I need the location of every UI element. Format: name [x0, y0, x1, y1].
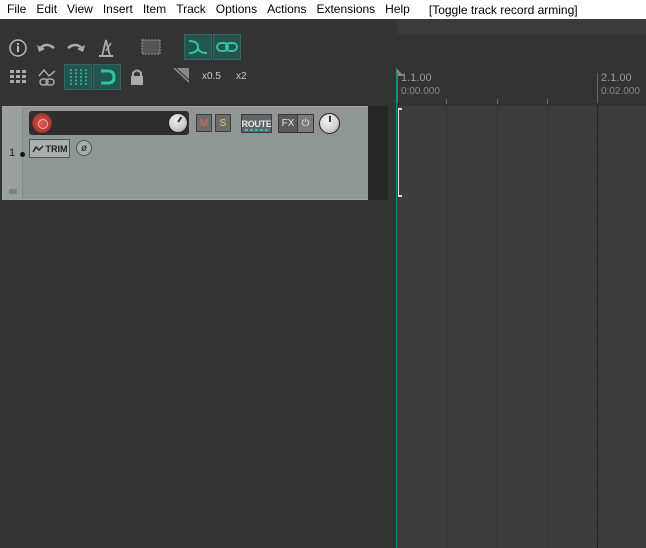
ripple-edit-icon[interactable]: [184, 34, 212, 60]
route-button[interactable]: ROUTE: [241, 114, 272, 133]
track-number-column[interactable]: 1: [3, 107, 25, 199]
track-meter-strip: [368, 106, 388, 200]
ruler-bar-label: 1.1.00: [401, 72, 432, 84]
menu-help[interactable]: Help: [380, 0, 415, 19]
zoom-half-label[interactable]: x0.5: [202, 71, 221, 82]
track-selected-dot: [20, 152, 25, 157]
ruler-minor-tick: [446, 99, 447, 104]
menu-actions[interactable]: Actions: [262, 0, 311, 19]
ruler-minor-tick: [497, 99, 498, 104]
edit-cursor: [396, 68, 397, 548]
automation-mode-label: TRIM: [45, 143, 68, 154]
fx-button[interactable]: FX: [278, 114, 298, 133]
folder-icon[interactable]: [9, 189, 17, 194]
last-action-hint: [Toggle track record arming]: [428, 2, 578, 17]
phase-invert-button[interactable]: ø: [76, 140, 92, 156]
mute-button[interactable]: M: [196, 114, 212, 132]
menu-bar: File Edit View Insert Item Track Options…: [0, 0, 646, 19]
ruler-bar-label: 2.1.00: [601, 72, 632, 84]
arrange-view[interactable]: [396, 106, 646, 548]
pan-knob[interactable]: [319, 113, 340, 134]
menu-track[interactable]: Track: [171, 0, 211, 19]
lane-bracket-bottom: [398, 195, 402, 197]
menu-edit[interactable]: Edit: [31, 0, 62, 19]
redo-icon[interactable]: [64, 36, 88, 60]
lock-icon[interactable]: [125, 65, 149, 89]
record-arm-button[interactable]: [31, 112, 53, 134]
menu-file[interactable]: File: [0, 0, 31, 19]
metronome-icon[interactable]: [94, 36, 118, 60]
timeline-ruler[interactable]: 1.1.00 0:00.000 2.1.00 0:02.000: [396, 68, 646, 105]
snap-grid-icon[interactable]: [64, 64, 92, 90]
lane-bracket-top: [398, 108, 402, 110]
empty-tcp-area[interactable]: [0, 200, 396, 548]
solo-button[interactable]: S: [215, 114, 231, 132]
info-icon[interactable]: [6, 36, 30, 60]
undo-icon[interactable]: [34, 36, 58, 60]
selection-box-icon[interactable]: [139, 35, 163, 59]
zoom-double-label[interactable]: x2: [236, 71, 247, 82]
ruler-time-label: 0:02.000: [601, 86, 640, 97]
envelope-link-icon[interactable]: [35, 65, 59, 89]
ruler-tick: [397, 73, 398, 103]
lane-bracket: [398, 108, 399, 197]
link-icon[interactable]: [213, 34, 241, 60]
grid-line: [547, 106, 548, 548]
ruler-minor-tick: [547, 99, 548, 104]
menu-extensions[interactable]: Extensions: [311, 0, 380, 19]
transport-strip: [397, 19, 646, 34]
menu-insert[interactable]: Insert: [98, 0, 138, 19]
grid-line: [446, 106, 447, 548]
envelope-icon: [31, 145, 43, 152]
fx-bypass-button[interactable]: ⏻: [297, 114, 314, 133]
menu-options[interactable]: Options: [211, 0, 262, 19]
automation-mode-button[interactable]: TRIM: [29, 139, 70, 158]
menu-view[interactable]: View: [62, 0, 98, 19]
track-name-field[interactable]: [29, 111, 189, 135]
track-control-panel[interactable]: 1 M S ROUTE FX ⏻ TRIM ø: [2, 106, 388, 200]
track-number: 1: [9, 147, 16, 159]
ruler-tick: [597, 73, 598, 103]
grid-icon[interactable]: [6, 65, 30, 89]
zoom-icon[interactable]: [169, 63, 193, 87]
snap-magnet-icon[interactable]: [93, 64, 121, 90]
ruler-time-label: 0:00.000: [401, 86, 440, 97]
menu-item[interactable]: Item: [138, 0, 171, 19]
volume-knob[interactable]: [168, 113, 188, 133]
grid-line: [497, 106, 498, 548]
bar-line: [597, 106, 598, 548]
track-lane[interactable]: [396, 106, 646, 200]
